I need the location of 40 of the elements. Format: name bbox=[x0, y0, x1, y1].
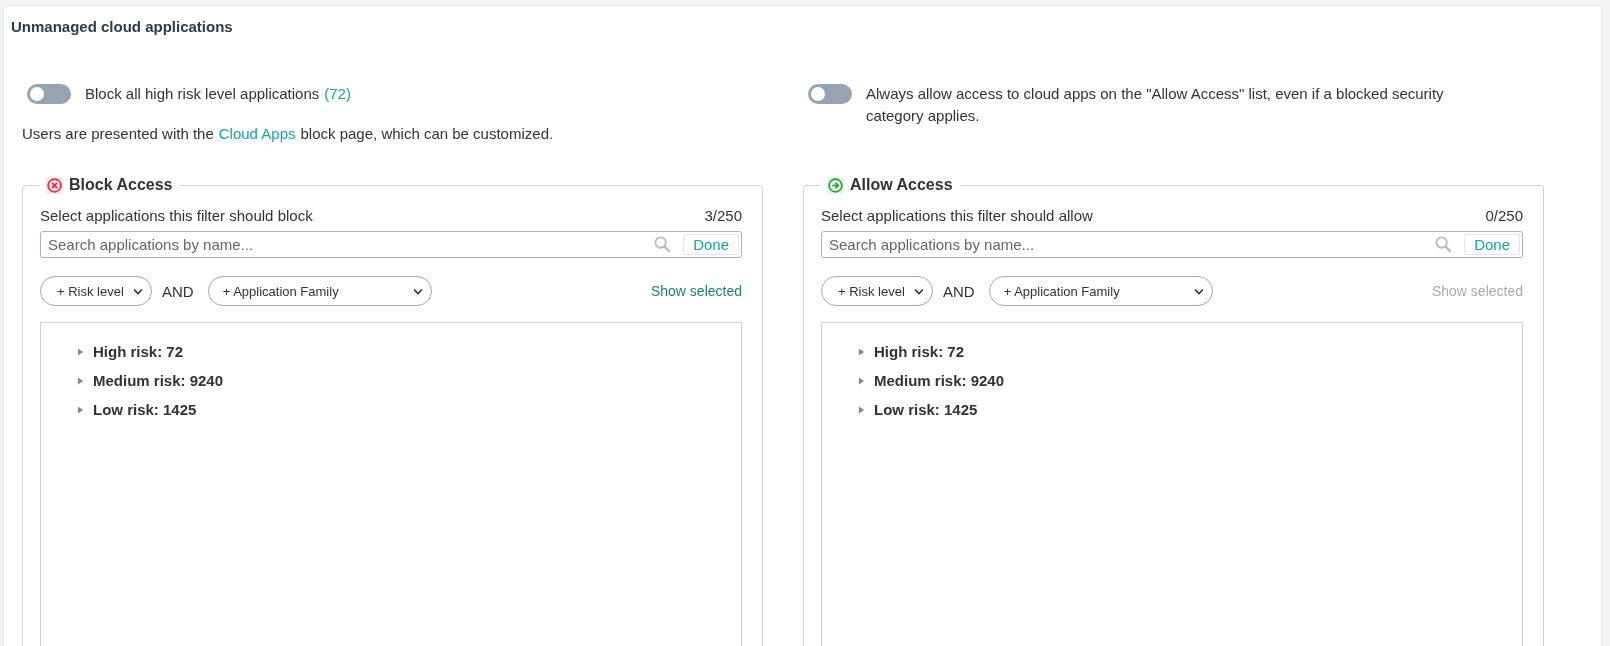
tree-item[interactable]: Medium risk: 9240 bbox=[874, 372, 1005, 389]
caret-right-icon[interactable] bbox=[858, 347, 865, 356]
chevron-down-icon bbox=[914, 287, 924, 295]
and-label: AND bbox=[943, 282, 975, 300]
caret-right-icon[interactable] bbox=[77, 376, 84, 385]
chevron-down-icon bbox=[133, 287, 143, 295]
chevron-down-icon bbox=[1193, 287, 1204, 295]
search-icon bbox=[1435, 236, 1453, 253]
caret-right-icon[interactable] bbox=[858, 376, 865, 385]
tree-item[interactable]: Medium risk: 9240 bbox=[93, 372, 224, 389]
toggle-label: Block all high risk level applications bbox=[85, 84, 320, 104]
tree-item[interactable]: High risk: 72 bbox=[93, 343, 184, 360]
arrow-circle-icon bbox=[827, 176, 844, 194]
panel-title: Allow Access bbox=[850, 176, 953, 194]
risk-level-dropdown[interactable]: + Risk level bbox=[40, 276, 152, 306]
tree-item[interactable]: Low risk: 1425 bbox=[874, 401, 978, 418]
application-family-dropdown[interactable]: + Application Family bbox=[988, 276, 1213, 306]
selection-count: 3/250 bbox=[704, 207, 742, 224]
show-selected-link[interactable]: Show selected bbox=[650, 283, 742, 299]
tree-item[interactable]: High risk: 72 bbox=[874, 343, 965, 360]
risk-level-dropdown[interactable]: + Risk level bbox=[821, 276, 933, 306]
selection-count: 0/250 bbox=[1485, 207, 1523, 224]
section-title: Unmanaged cloud applications bbox=[10, 17, 234, 37]
toggle-switch[interactable] bbox=[808, 84, 852, 104]
instruction-text: Select applications this filter should block bbox=[40, 207, 313, 224]
caret-right-icon[interactable] bbox=[858, 405, 865, 414]
caret-right-icon[interactable] bbox=[77, 405, 84, 414]
blocked-x-icon bbox=[46, 176, 63, 194]
caret-right-icon[interactable] bbox=[77, 347, 84, 356]
chevron-down-icon bbox=[412, 287, 423, 295]
application-family-dropdown[interactable]: + Application Family bbox=[207, 276, 432, 306]
note-text: Users are presented with the bbox=[22, 125, 214, 142]
note-text: block page, which can be customized. bbox=[300, 125, 554, 142]
and-label: AND bbox=[162, 282, 194, 300]
toggle-switch[interactable] bbox=[27, 84, 71, 104]
search-icon bbox=[654, 236, 672, 253]
panel-title: Block Access bbox=[69, 176, 173, 194]
tree-item[interactable]: Low risk: 1425 bbox=[93, 401, 197, 418]
instruction-text: Select applications this filter should allow bbox=[821, 207, 1093, 224]
toggle-label: Always allow access to cloud apps on the "Allow Access" list, even if a blocked security category applies. bbox=[866, 84, 1445, 126]
